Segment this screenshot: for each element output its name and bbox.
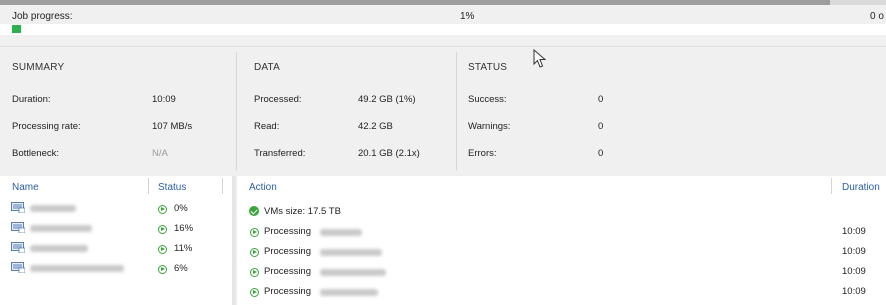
job-progress-right-value: 0 o xyxy=(870,11,884,22)
mouse-cursor-icon xyxy=(533,49,547,68)
action-duration: 10:09 xyxy=(842,246,866,257)
summary-title: SUMMARY xyxy=(12,62,65,73)
bottleneck-label: Bottleneck: xyxy=(12,148,59,159)
read-label: Read: xyxy=(254,121,280,132)
column-header-divider xyxy=(831,178,832,194)
action-duration: 10:09 xyxy=(842,286,866,297)
vm-icon xyxy=(11,222,25,233)
vm-name-redacted xyxy=(30,225,92,232)
job-progress-bar xyxy=(0,24,886,35)
stats-divider xyxy=(0,46,886,47)
job-progress-label: Job progress: xyxy=(12,11,73,22)
play-circle-icon xyxy=(158,205,167,214)
warnings-label: Warnings: xyxy=(468,121,511,132)
duration-column-header[interactable]: Duration xyxy=(842,182,880,193)
success-label: Success: xyxy=(468,94,507,105)
processing-rate-value: 107 MB/s xyxy=(152,121,193,132)
vm-icon xyxy=(11,262,25,273)
vm-status-value: 6% xyxy=(174,263,188,274)
action-text: VMs size: 17.5 TB xyxy=(264,206,341,217)
processed-value: 49.2 GB (1%) xyxy=(358,94,416,105)
play-circle-icon xyxy=(158,265,167,274)
column-separator xyxy=(236,52,237,170)
vm-status-value: 0% xyxy=(174,203,188,214)
vm-name-redacted xyxy=(320,229,362,236)
column-header-divider xyxy=(148,178,149,194)
job-progress-percent: 1% xyxy=(460,11,475,22)
errors-label: Errors: xyxy=(468,148,497,159)
vm-list-panel xyxy=(0,176,232,305)
action-text: Processing xyxy=(264,226,311,237)
vm-status-value: 11% xyxy=(174,243,193,254)
column-separator xyxy=(456,52,457,170)
transferred-label: Transferred: xyxy=(254,148,306,159)
vm-name-redacted xyxy=(320,289,378,296)
bottleneck-value: N/A xyxy=(152,148,168,159)
read-value: 42.2 GB xyxy=(358,121,393,132)
play-circle-icon xyxy=(250,288,259,297)
name-column-header[interactable]: Name xyxy=(12,182,39,193)
vm-name-redacted xyxy=(30,205,76,212)
panel-splitter[interactable] xyxy=(232,176,236,305)
vm-name-redacted xyxy=(30,265,124,272)
success-value: 0 xyxy=(598,94,604,105)
vm-name-redacted xyxy=(320,269,386,276)
action-text: Processing xyxy=(264,246,311,257)
vm-icon xyxy=(11,202,25,213)
vm-status-value: 16% xyxy=(174,223,194,234)
play-circle-icon xyxy=(158,225,167,234)
check-circle-icon xyxy=(249,206,259,216)
column-header-divider xyxy=(222,178,223,194)
play-circle-icon xyxy=(250,248,259,257)
vm-name-redacted xyxy=(320,249,382,256)
duration-value: 10:09 xyxy=(152,94,176,105)
play-circle-icon xyxy=(158,245,167,254)
data-title: DATA xyxy=(254,62,280,73)
action-duration: 10:09 xyxy=(842,266,866,277)
warnings-value: 0 xyxy=(598,121,604,132)
status-title: STATUS xyxy=(468,62,508,73)
processing-rate-label: Processing rate: xyxy=(12,121,81,132)
play-circle-icon xyxy=(250,268,259,277)
vm-name-redacted xyxy=(30,245,88,252)
processed-label: Processed: xyxy=(254,94,302,105)
vm-icon xyxy=(11,242,25,253)
action-text: Processing xyxy=(264,266,311,277)
status-column-header[interactable]: Status xyxy=(158,182,186,193)
errors-value: 0 xyxy=(598,148,604,159)
transferred-value: 20.1 GB (2.1x) xyxy=(358,148,420,159)
action-duration: 10:09 xyxy=(842,226,866,237)
action-log-panel xyxy=(237,176,886,305)
top-strip-bar xyxy=(0,0,830,5)
duration-label: Duration: xyxy=(12,94,51,105)
action-text: Processing xyxy=(264,286,311,297)
play-circle-icon xyxy=(250,228,259,237)
job-progress-fill xyxy=(12,25,21,33)
action-column-header[interactable]: Action xyxy=(249,182,277,193)
top-strip xyxy=(0,0,886,5)
